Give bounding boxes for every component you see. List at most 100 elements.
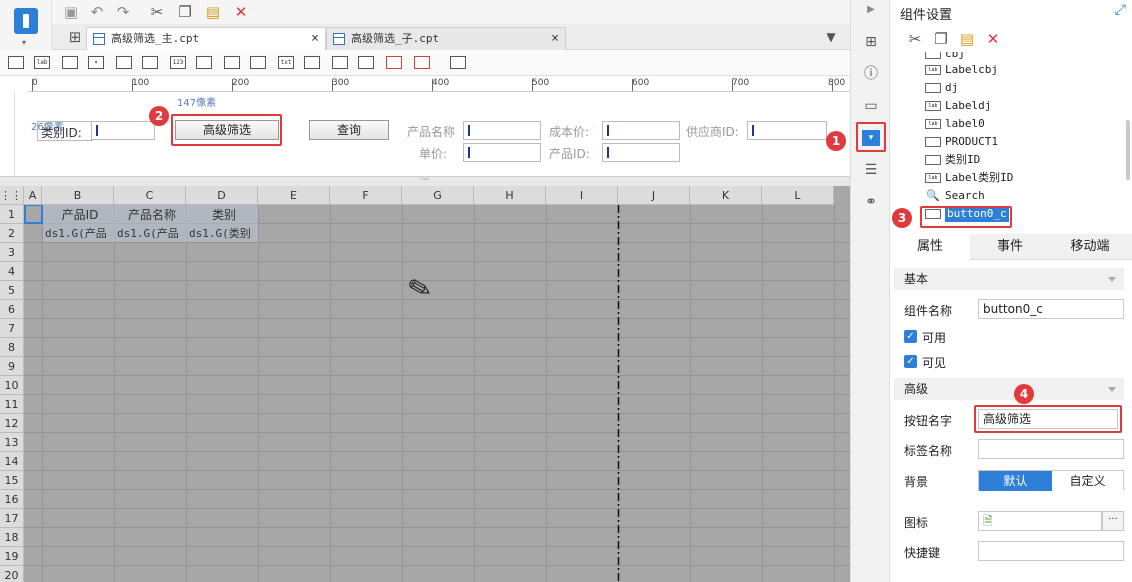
col-header[interactable]: L xyxy=(762,186,834,205)
paste-icon[interactable]: ▤ xyxy=(204,3,222,21)
splitter[interactable]: ··· xyxy=(0,176,850,186)
label-widget-icon[interactable]: lab xyxy=(34,56,50,69)
row-header[interactable]: 8 xyxy=(0,338,24,357)
copy-icon[interactable]: ❐ xyxy=(932,30,950,48)
unit-price-input[interactable] xyxy=(463,143,541,162)
pin-icon[interactable]: ⤢ xyxy=(1115,2,1126,18)
grid-menu-icon[interactable]: ⊞ xyxy=(66,28,84,46)
row-header[interactable]: 7 xyxy=(0,319,24,338)
row-header[interactable]: 9 xyxy=(0,357,24,376)
col-header[interactable]: D xyxy=(186,186,258,205)
icon-input[interactable]: 🗎 xyxy=(978,511,1102,531)
bg-custom-option[interactable]: 自定义 xyxy=(1052,471,1123,491)
logo-dropdown-icon[interactable]: ▾ xyxy=(22,38,26,47)
col-header[interactable]: H xyxy=(474,186,546,205)
undo-icon[interactable]: ↶ xyxy=(88,3,106,21)
row-header[interactable]: 12 xyxy=(0,414,24,433)
parameter-form-area[interactable]: 147像素 26像素 类别ID: 高级筛选 2 查询 产品名称 成本价: 供应商… xyxy=(14,92,850,176)
header-cell[interactable]: 产品名称 xyxy=(116,206,186,225)
supplier-input[interactable] xyxy=(747,121,827,140)
calendar-range-widget-icon[interactable] xyxy=(414,56,430,69)
row-header[interactable]: 14 xyxy=(0,452,24,471)
layout-icon[interactable]: ⊞ xyxy=(862,34,880,50)
tab-main-cpt[interactable]: 高级筛选_主.cpt × xyxy=(86,27,326,50)
product-name-input[interactable] xyxy=(463,121,541,140)
col-header[interactable]: K xyxy=(690,186,762,205)
app-logo[interactable] xyxy=(14,8,38,34)
col-header[interactable]: F xyxy=(330,186,402,205)
col-header[interactable]: B xyxy=(42,186,114,205)
checkbox-group-widget-icon[interactable] xyxy=(224,56,240,69)
basic-section-header[interactable]: 基本 xyxy=(894,268,1124,290)
shortcut-input[interactable] xyxy=(978,541,1124,561)
data-cell[interactable]: ds1.G(类别 xyxy=(187,224,257,243)
tabs-menu-icon[interactable]: ▼ xyxy=(822,28,840,46)
row-header[interactable]: 16 xyxy=(0,490,24,509)
row-header[interactable]: 13 xyxy=(0,433,24,452)
component-name-input[interactable]: button0_c xyxy=(978,299,1124,319)
icon-browse-button[interactable]: ··· xyxy=(1102,511,1124,531)
paste-icon[interactable]: ▤ xyxy=(958,30,976,48)
header-cell[interactable]: 类别 xyxy=(188,206,258,225)
tag-name-input[interactable] xyxy=(978,439,1124,459)
row-header[interactable]: 6 xyxy=(0,300,24,319)
collapse-arrow-icon[interactable]: ▶ xyxy=(862,2,880,18)
number-widget-icon[interactable]: 123 xyxy=(170,56,186,69)
grid-corner[interactable]: ⋮⋮⋮ xyxy=(0,186,33,205)
tree-scrollbar[interactable] xyxy=(1126,120,1130,180)
report-grid[interactable]: ⋮⋮⋮ A B C D E F G H I J K L 1 2 3 4 5 6 … xyxy=(0,186,850,582)
tab-sub-cpt[interactable]: 高级筛选_子.cpt × xyxy=(326,27,566,50)
data-cell[interactable]: ds1.G(产品 xyxy=(115,224,185,243)
link-icon[interactable]: ⚭ xyxy=(862,194,880,210)
col-header[interactable]: J xyxy=(618,186,690,205)
data-cell[interactable]: ds1.G(产品 xyxy=(43,224,113,243)
product-id-input[interactable] xyxy=(602,143,680,162)
password-widget-icon[interactable] xyxy=(304,56,320,69)
enabled-checkbox[interactable]: ✓ xyxy=(904,330,917,343)
calendar-widget-icon[interactable] xyxy=(386,56,402,69)
textarea-widget-icon[interactable]: txt xyxy=(278,56,294,69)
more-widgets-icon[interactable] xyxy=(450,56,466,69)
row-header[interactable]: 11 xyxy=(0,395,24,414)
close-icon[interactable]: × xyxy=(311,28,319,50)
copy-icon[interactable]: ❐ xyxy=(176,3,194,21)
row-header[interactable]: 3 xyxy=(0,243,24,262)
tree-widget-icon[interactable] xyxy=(358,56,374,69)
col-header[interactable]: C xyxy=(114,186,186,205)
tab-events[interactable]: 事件 xyxy=(970,234,1050,260)
row-header[interactable]: 2 xyxy=(0,224,24,243)
category-input[interactable] xyxy=(91,121,155,140)
cut-icon[interactable]: ✂ xyxy=(906,30,924,48)
radio-group-widget-icon[interactable] xyxy=(142,56,158,69)
advanced-section-header[interactable]: 高级 xyxy=(894,378,1124,400)
col-header[interactable]: I xyxy=(546,186,618,205)
cost-input[interactable] xyxy=(602,121,680,140)
row-header[interactable]: 10 xyxy=(0,376,24,395)
row-header[interactable]: 18 xyxy=(0,528,24,547)
bg-default-option[interactable]: 默认 xyxy=(979,471,1052,491)
button-widget-icon[interactable] xyxy=(62,56,78,69)
row-header[interactable]: 20 xyxy=(0,566,24,582)
tab-mobile[interactable]: 移动端 xyxy=(1050,234,1130,260)
close-icon[interactable]: × xyxy=(551,28,559,50)
delete-icon[interactable]: ✕ xyxy=(232,3,250,21)
col-header[interactable]: E xyxy=(258,186,330,205)
save-icon[interactable]: ▣ xyxy=(62,3,80,21)
row-header[interactable]: 5 xyxy=(0,281,24,300)
col-header[interactable]: A xyxy=(24,186,42,205)
category-label-box[interactable]: 类别ID: xyxy=(37,121,93,141)
query-button[interactable]: 查询 xyxy=(309,120,389,140)
cut-icon[interactable]: ✂ xyxy=(148,3,166,21)
header-cell[interactable]: 产品ID xyxy=(44,206,114,225)
checkbox-small-widget-icon[interactable] xyxy=(332,56,348,69)
visible-checkbox[interactable]: ✓ xyxy=(904,355,917,368)
row-header[interactable]: 19 xyxy=(0,547,24,566)
list-settings-icon[interactable]: ☰ xyxy=(862,162,880,178)
row-header[interactable]: 15 xyxy=(0,471,24,490)
redo-icon[interactable]: ↷ xyxy=(114,3,132,21)
checkbox-widget-icon[interactable] xyxy=(250,56,266,69)
combobox-widget-icon[interactable]: ▾ xyxy=(88,56,104,69)
delete-icon[interactable]: ✕ xyxy=(984,30,1002,48)
tab-properties[interactable]: 属性 xyxy=(890,234,970,260)
textbox-widget-icon[interactable] xyxy=(8,56,24,69)
